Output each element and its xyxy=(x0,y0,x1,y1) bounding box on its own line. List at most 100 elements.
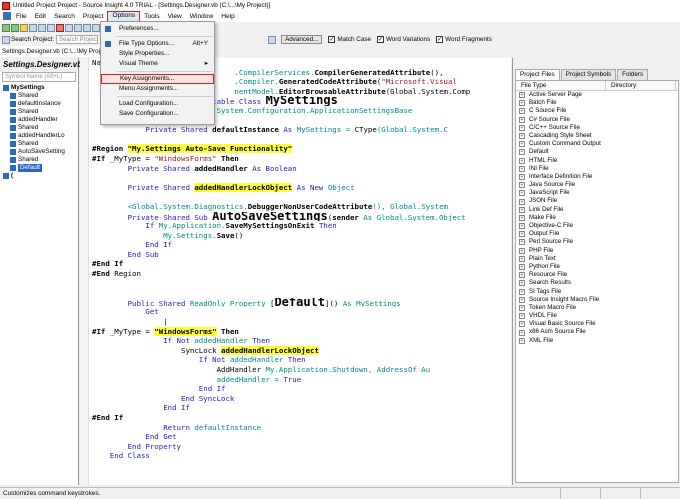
print-icon[interactable] xyxy=(47,23,55,32)
symbol-item[interactable]: defaultInstance xyxy=(0,100,78,108)
file-type-row[interactable]: + Source Insight Macro File xyxy=(516,296,678,304)
expand-icon[interactable]: + xyxy=(519,190,525,197)
code-line[interactable]: #End Region xyxy=(92,269,511,279)
expand-icon[interactable]: + xyxy=(519,133,525,140)
file-type-row[interactable]: + Output File xyxy=(516,230,678,238)
column-file-type[interactable]: File Type xyxy=(516,81,606,90)
file-type-row[interactable]: + Visual Basic Source File xyxy=(516,320,678,328)
code-line[interactable]: End If xyxy=(92,240,511,250)
paste-icon[interactable] xyxy=(83,23,91,32)
file-type-row[interactable]: + Plain Text xyxy=(516,255,678,263)
expand-icon[interactable]: + xyxy=(519,198,525,205)
advanced-button[interactable]: Advanced... xyxy=(281,35,323,44)
save-icon[interactable] xyxy=(29,23,37,32)
file-type-row[interactable]: + C# Source File xyxy=(516,116,678,124)
file-type-row[interactable]: + Objective-C File xyxy=(516,222,678,230)
expand-icon[interactable]: + xyxy=(519,92,525,99)
file-type-row[interactable]: + Default xyxy=(516,148,678,156)
expand-icon[interactable]: + xyxy=(519,239,525,246)
expand-icon[interactable]: + xyxy=(519,313,525,320)
cut-icon[interactable] xyxy=(65,23,73,32)
code-line[interactable]: Private Shared addedHandler As Boolean xyxy=(92,164,511,174)
word-variations-checkbox[interactable]: ✓ Word Variations xyxy=(376,36,430,43)
code-line[interactable]: Get xyxy=(92,307,511,317)
code-line[interactable]: If Not addedHandler Then xyxy=(92,336,511,346)
menu-item-visual-theme[interactable]: Visual Theme ▸ xyxy=(101,59,214,69)
forward-icon[interactable] xyxy=(11,23,19,32)
code-line[interactable] xyxy=(92,288,511,298)
file-type-row[interactable]: + x86 Asm Source File xyxy=(516,328,678,336)
code-line[interactable] xyxy=(92,279,511,289)
code-line[interactable]: End If xyxy=(92,403,511,413)
expand-icon[interactable]: + xyxy=(519,173,525,180)
file-type-row[interactable]: + Perl Source File xyxy=(516,238,678,246)
code-line[interactable]: Private Shared defaultInstance As MySett… xyxy=(92,125,511,135)
expand-icon[interactable]: + xyxy=(519,108,525,115)
file-type-row[interactable]: + HTML File xyxy=(516,157,678,165)
file-type-row[interactable]: + Make File xyxy=(516,214,678,222)
file-type-row[interactable]: + Python File xyxy=(516,263,678,271)
expand-icon[interactable]: + xyxy=(519,280,525,287)
symbol-item[interactable]: addedHandlerLo xyxy=(0,132,78,140)
expand-icon[interactable]: + xyxy=(519,264,525,271)
file-type-row[interactable]: + Search Results xyxy=(516,279,678,287)
search-project-input[interactable]: Search Project xyxy=(56,35,99,44)
copy-icon[interactable] xyxy=(74,23,82,32)
expand-icon[interactable]: + xyxy=(519,321,525,328)
code-line[interactable]: #Region "My.Settings Auto-Save Functiona… xyxy=(92,144,511,154)
file-type-row[interactable]: + SI Tags File xyxy=(516,288,678,296)
file-type-row[interactable]: + Java Source File xyxy=(516,181,678,189)
file-type-row[interactable]: + INI File xyxy=(516,165,678,173)
symbol-item[interactable]: Shared xyxy=(0,108,78,116)
symbol-item[interactable]: addedHandler xyxy=(0,116,78,124)
expand-icon[interactable]: + xyxy=(519,100,525,107)
symbol-item[interactable]: MySettings xyxy=(0,84,78,92)
symbol-item[interactable]: Shared xyxy=(0,124,78,132)
code-line[interactable]: Private Shared addedHandlerLockObject As… xyxy=(92,182,511,193)
file-type-row[interactable]: + Interface Definition File xyxy=(516,173,678,181)
code-line[interactable]: addedHandler = True xyxy=(92,375,511,385)
expand-icon[interactable]: + xyxy=(519,296,525,303)
symbol-item[interactable]: Shared xyxy=(0,140,78,148)
file-type-row[interactable]: + Token Macro File xyxy=(516,304,678,312)
menu-item-key-assignments[interactable]: Key Assignments... xyxy=(101,74,214,84)
expand-icon[interactable]: + xyxy=(519,231,525,238)
menu-file[interactable]: File xyxy=(12,11,31,22)
code-line[interactable]: Return defaultInstance xyxy=(92,423,511,433)
file-type-row[interactable]: + C Source File xyxy=(516,107,678,115)
expand-icon[interactable]: + xyxy=(519,304,525,311)
word-fragments-checkbox[interactable]: ✓ Word Fragments xyxy=(436,36,492,43)
file-type-row[interactable]: + Cascading Style Sheet xyxy=(516,132,678,140)
expand-icon[interactable]: + xyxy=(519,165,525,172)
expand-icon[interactable]: + xyxy=(519,255,525,262)
expand-icon[interactable]: + xyxy=(519,141,525,148)
expand-icon[interactable]: + xyxy=(519,149,525,156)
code-line[interactable]: End Sub xyxy=(92,250,511,260)
menu-edit[interactable]: Edit xyxy=(31,11,50,22)
tab-project-files[interactable]: Project Files xyxy=(515,69,560,80)
expand-icon[interactable]: + xyxy=(519,157,525,164)
file-type-row[interactable]: + C/C++ Source File xyxy=(516,124,678,132)
code-line[interactable]: AddHandler My.Application.Shutdown, Addr… xyxy=(92,365,511,375)
match-case-checkbox[interactable]: ✓ Match Case xyxy=(328,36,371,43)
search-go-icon[interactable] xyxy=(268,35,277,44)
expand-icon[interactable]: + xyxy=(519,182,525,189)
symbol-item[interactable]: Default xyxy=(0,164,78,172)
menu-item-load-configuration[interactable]: Load Configuration... xyxy=(101,99,214,109)
expand-icon[interactable]: + xyxy=(519,214,525,221)
tab-project-symbols[interactable]: Project Symbols xyxy=(560,69,617,80)
symbol-item[interactable]: Shared xyxy=(0,92,78,100)
expand-icon[interactable]: + xyxy=(519,124,525,131)
code-line[interactable]: #If _MyType = "WindowsForms" Then xyxy=(92,326,511,337)
file-type-row[interactable]: + JSON File xyxy=(516,197,678,205)
tab-folders[interactable]: Folders xyxy=(617,69,649,80)
file-type-row[interactable]: + Active Server Page xyxy=(516,91,678,99)
menu-item-preferences[interactable]: Preferences... xyxy=(101,24,214,34)
close-file-icon[interactable] xyxy=(56,23,64,32)
save-all-icon[interactable] xyxy=(38,23,46,32)
expand-icon[interactable]: + xyxy=(519,223,525,230)
code-line[interactable]: <Global.System.Diagnostics.DebuggerNonUs… xyxy=(92,202,511,212)
open-folder-icon[interactable] xyxy=(20,23,28,32)
file-type-row[interactable]: + Custom Command Output xyxy=(516,140,678,148)
back-icon[interactable] xyxy=(2,23,10,32)
